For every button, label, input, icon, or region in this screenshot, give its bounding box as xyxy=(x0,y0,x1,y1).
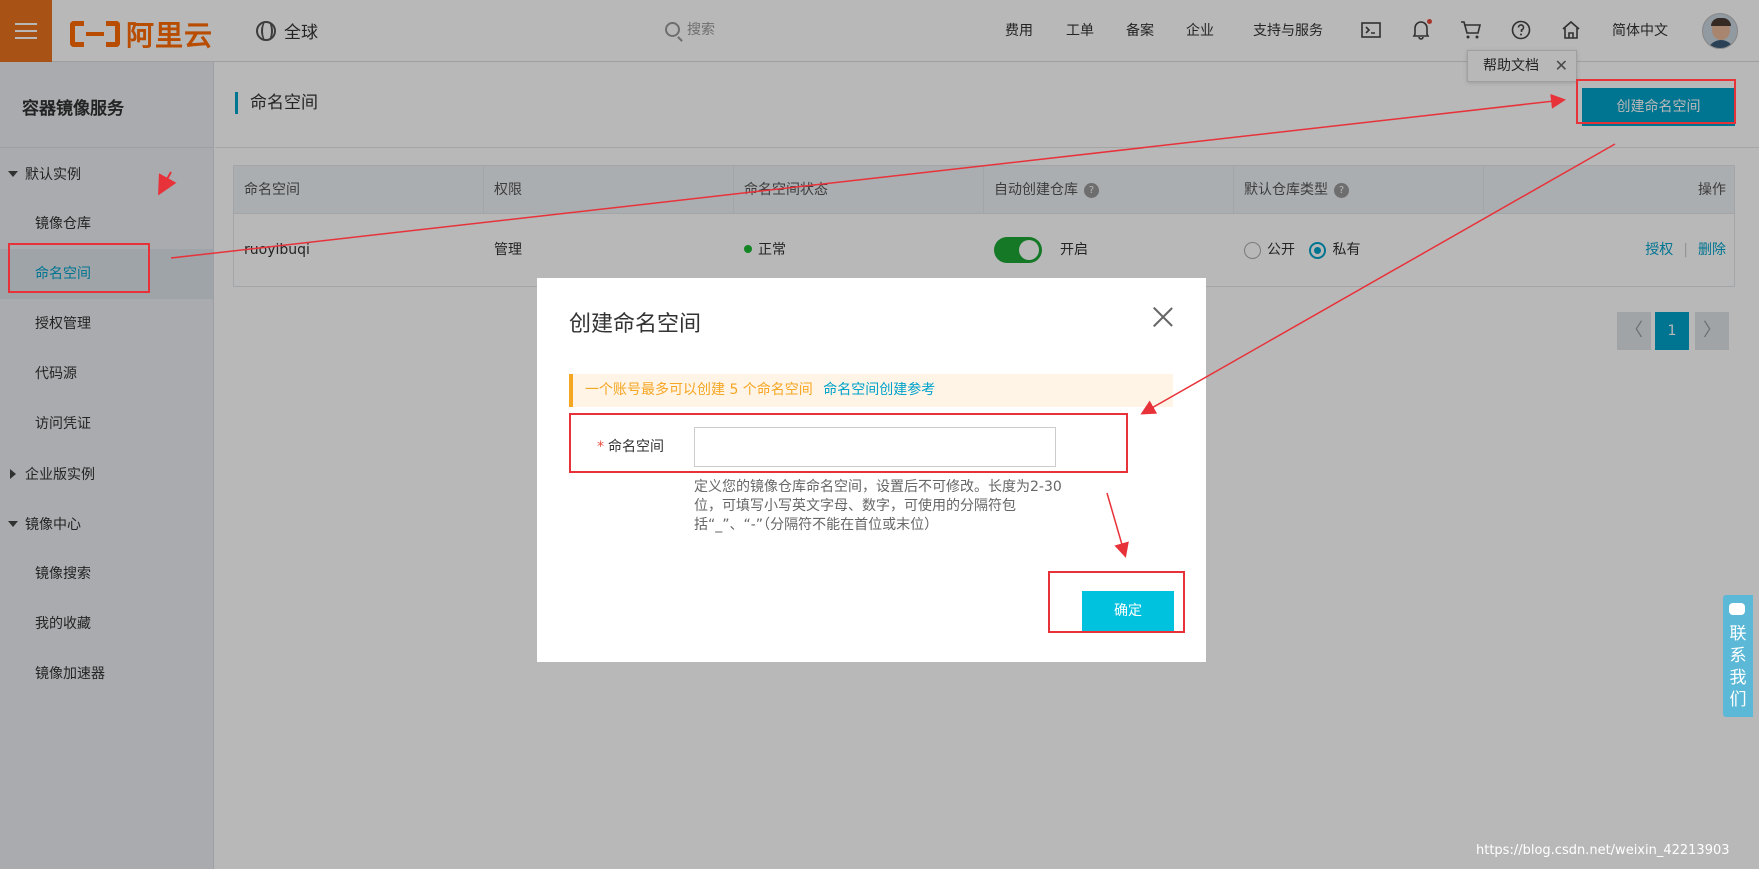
watermark: https://blog.csdn.net/weixin_42213903 xyxy=(1476,843,1730,858)
chat-icon xyxy=(1729,603,1745,615)
contact-us-tab[interactable]: 联系我们 xyxy=(1723,595,1753,717)
annotation-arrow xyxy=(158,171,177,196)
annotation-arrow xyxy=(170,93,1566,259)
contact-label: 联系我们 xyxy=(1729,624,1747,710)
annotation-arrow xyxy=(1140,143,1616,415)
annotation-arrow xyxy=(1106,492,1129,558)
annotation-arrows xyxy=(158,93,1616,558)
